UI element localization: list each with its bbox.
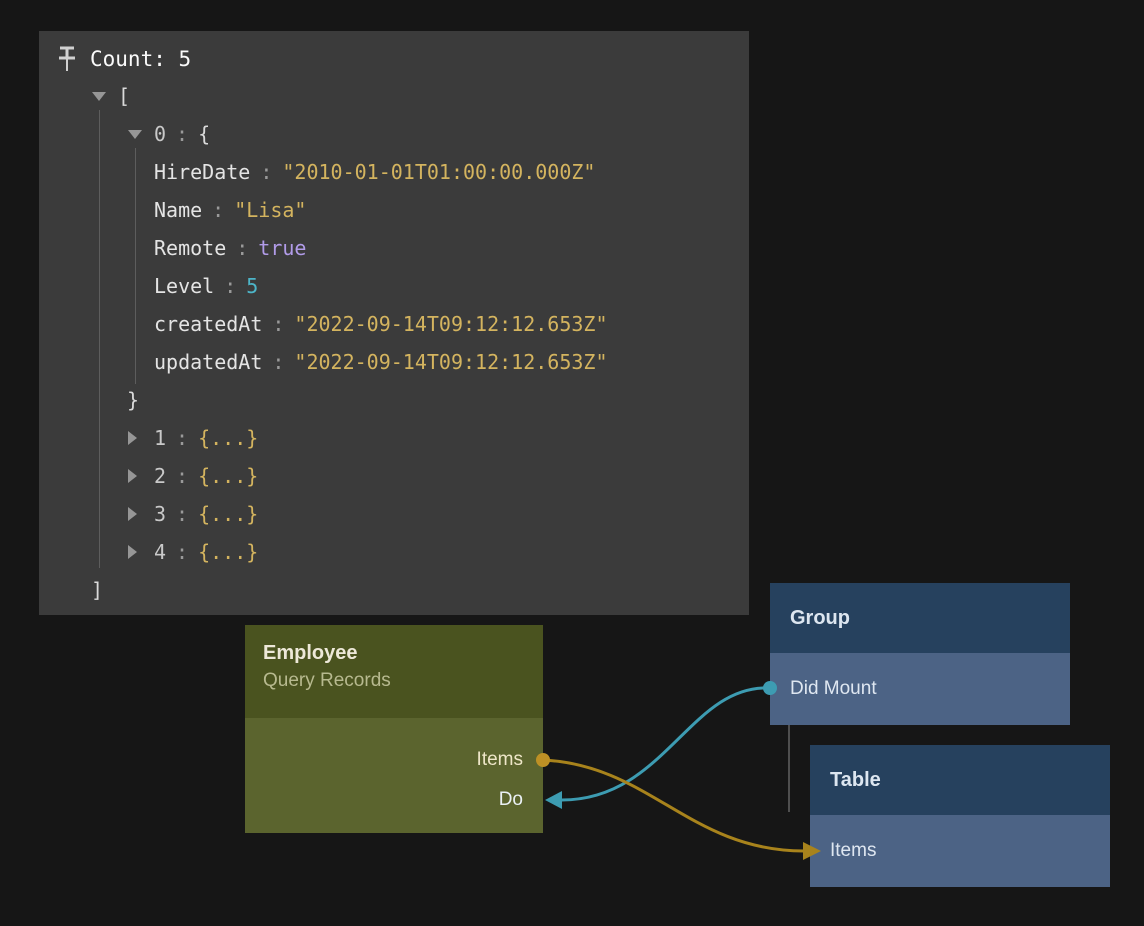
tree-prop-row-name[interactable]: Name : "Lisa": [39, 191, 749, 229]
item-index: 0: [154, 122, 166, 146]
bracket-close: ]: [91, 578, 103, 602]
json-tree: [ 0 : { HireDate : "2010-01-01T01:00:00.…: [39, 77, 749, 609]
collapsed-value: {...}: [198, 540, 258, 564]
separator: :: [176, 122, 188, 146]
prop-value: true: [258, 236, 306, 260]
node-hierarchy-line: [788, 725, 790, 812]
node-title: Group: [790, 607, 850, 630]
port-label: Do: [499, 789, 523, 811]
bracket-open: [: [118, 84, 130, 108]
tree-row-item-3[interactable]: 3 : {...}: [39, 495, 749, 533]
data-inspector-panel[interactable]: Count: 5 [ 0 : { HireDate : "2010-01-01T…: [39, 31, 749, 615]
item-index: 1: [154, 426, 166, 450]
separator: :: [236, 236, 248, 260]
tree-prop-row-level[interactable]: Level : 5: [39, 267, 749, 305]
item-index: 4: [154, 540, 166, 564]
node-employee[interactable]: Employee Query Records Items Do: [245, 625, 543, 833]
collapse-icon[interactable]: [92, 92, 106, 101]
separator: :: [224, 274, 236, 298]
node-table[interactable]: Table Items: [810, 745, 1110, 887]
tree-guide-line-inner: [135, 148, 136, 384]
tree-prop-row-updatedat[interactable]: updatedAt : "2022-09-14T09:12:12.653Z": [39, 343, 749, 381]
port-label: Items: [477, 749, 523, 771]
expand-icon[interactable]: [128, 507, 137, 521]
separator: :: [272, 350, 284, 374]
node-title: Table: [830, 769, 881, 792]
prop-key: updatedAt: [154, 350, 262, 374]
separator: :: [212, 198, 224, 222]
tree-row-item-2[interactable]: 2 : {...}: [39, 457, 749, 495]
prop-value: "2010-01-01T01:00:00.000Z": [282, 160, 595, 184]
tree-prop-row-remote[interactable]: Remote : true: [39, 229, 749, 267]
separator: :: [176, 502, 188, 526]
collapsed-value: {...}: [198, 464, 258, 488]
port-label: Did Mount: [790, 678, 877, 700]
prop-key: Name: [154, 198, 202, 222]
prop-key: Remote: [154, 236, 226, 260]
collapsed-value: {...}: [198, 502, 258, 526]
prop-value: "2022-09-14T09:12:12.653Z": [294, 350, 607, 374]
item-index: 3: [154, 502, 166, 526]
node-group-header: Group: [770, 583, 1070, 653]
tree-row-item-0[interactable]: 0 : {: [39, 115, 749, 153]
tree-row-item-4[interactable]: 4 : {...}: [39, 533, 749, 571]
prop-key: HireDate: [154, 160, 250, 184]
wire-group-didmount-to-employee-do[interactable]: [562, 688, 770, 800]
inspector-title: Count: 5: [90, 47, 191, 71]
port-did-mount[interactable]: Did Mount: [770, 653, 1070, 725]
expand-icon[interactable]: [128, 545, 137, 559]
separator: :: [176, 540, 188, 564]
prop-value: 5: [246, 274, 258, 298]
tree-prop-row-createdat[interactable]: createdAt : "2022-09-14T09:12:12.653Z": [39, 305, 749, 343]
tree-row-item-1[interactable]: 1 : {...}: [39, 419, 749, 457]
collapse-icon[interactable]: [128, 130, 142, 139]
arrowhead-do-icon: [545, 791, 562, 809]
node-group[interactable]: Group Did Mount: [770, 583, 1070, 725]
separator: :: [176, 426, 188, 450]
inspector-header: Count: 5: [39, 43, 749, 75]
port-label: Items: [830, 840, 876, 862]
prop-key: createdAt: [154, 312, 262, 336]
tree-row-item-0-close: }: [39, 381, 749, 419]
prop-value: "2022-09-14T09:12:12.653Z": [294, 312, 607, 336]
flow-canvas[interactable]: Count: 5 [ 0 : { HireDate : "2010-01-01T…: [0, 0, 1144, 926]
tree-prop-row-hiredate[interactable]: HireDate : "2010-01-01T01:00:00.000Z": [39, 153, 749, 191]
separator: :: [272, 312, 284, 336]
pin-icon[interactable]: [56, 45, 78, 73]
port-table-items[interactable]: Items: [810, 815, 1110, 887]
node-table-header: Table: [810, 745, 1110, 815]
port-items[interactable]: Items: [265, 740, 523, 780]
node-subtitle: Query Records: [263, 670, 525, 692]
prop-key: Level: [154, 274, 214, 298]
port-do[interactable]: Do: [265, 780, 523, 820]
brace-open: {: [198, 122, 210, 146]
expand-icon[interactable]: [128, 469, 137, 483]
node-employee-header: Employee Query Records: [245, 625, 543, 718]
collapsed-value: {...}: [198, 426, 258, 450]
node-employee-ports: Items Do: [245, 718, 543, 833]
prop-value: "Lisa": [234, 198, 306, 222]
node-title: Employee: [263, 642, 525, 665]
tree-row-root-open[interactable]: [: [39, 77, 749, 115]
brace-close: }: [127, 388, 139, 412]
expand-icon[interactable]: [128, 431, 137, 445]
tree-guide-line-outer: [99, 110, 100, 568]
tree-row-root-close: ]: [39, 571, 749, 609]
separator: :: [260, 160, 272, 184]
item-index: 2: [154, 464, 166, 488]
separator: :: [176, 464, 188, 488]
wire-employee-items-to-table-items[interactable]: [543, 760, 804, 851]
